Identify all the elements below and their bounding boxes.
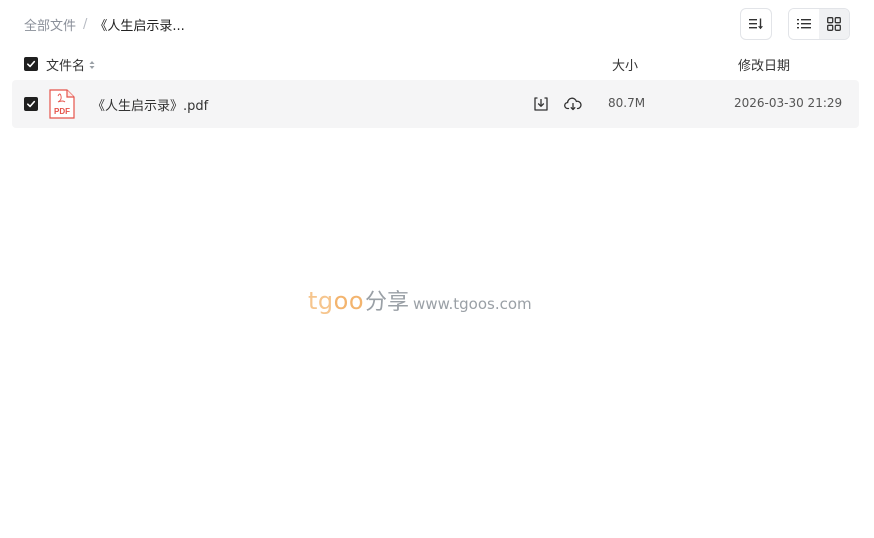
breadcrumb: 全部文件 / 《人生启示录...: [24, 14, 185, 34]
sort-caret-icon: [89, 60, 95, 70]
watermark: tgoo 分享 www.tgoos.com: [308, 284, 532, 315]
grid-view-icon: [827, 17, 841, 31]
file-browser: 全部文件 / 《人生启示录... 文件名 大小 修改日期 PDF 《人生启示录》…: [0, 0, 874, 538]
file-modified-date: 2026-03-30 21:29: [734, 96, 843, 110]
download-button[interactable]: [531, 94, 551, 114]
watermark-brand: tgoo: [308, 287, 365, 315]
check-icon: [27, 100, 36, 108]
breadcrumb-current: 《人生启示录...: [94, 18, 185, 34]
download-icon: [534, 97, 548, 111]
watermark-share: 分享: [365, 290, 410, 315]
pdf-icon-label: PDF: [54, 107, 70, 116]
select-all-checkbox[interactable]: [24, 57, 38, 71]
column-header-name[interactable]: 文件名: [46, 55, 95, 74]
grid-view-button[interactable]: [819, 9, 849, 39]
list-view-button[interactable]: [789, 9, 819, 39]
table-row[interactable]: PDF 《人生启示录》.pdf 80.7M 2026-03-30 21:29: [12, 80, 859, 128]
breadcrumb-separator: /: [83, 16, 88, 32]
cloud-download-icon: [564, 97, 582, 111]
breadcrumb-root[interactable]: 全部文件: [24, 15, 76, 34]
file-name[interactable]: 《人生启示录》.pdf: [92, 95, 208, 114]
sort-list-icon: [749, 18, 763, 30]
check-icon: [27, 60, 36, 68]
save-to-cloud-button[interactable]: [563, 94, 583, 114]
pdf-file-icon: PDF: [49, 89, 75, 119]
view-toggle: [788, 8, 850, 40]
list-view-icon: [797, 19, 811, 29]
table-header: 文件名 大小 修改日期: [12, 52, 859, 76]
column-header-size[interactable]: 大小: [612, 55, 638, 74]
column-header-date[interactable]: 修改日期: [738, 55, 790, 74]
watermark-url: www.tgoos.com: [413, 295, 532, 313]
column-header-name-label: 文件名: [46, 59, 86, 74]
row-checkbox[interactable]: [24, 97, 38, 111]
file-size: 80.7M: [608, 96, 646, 110]
sort-button[interactable]: [740, 8, 772, 40]
